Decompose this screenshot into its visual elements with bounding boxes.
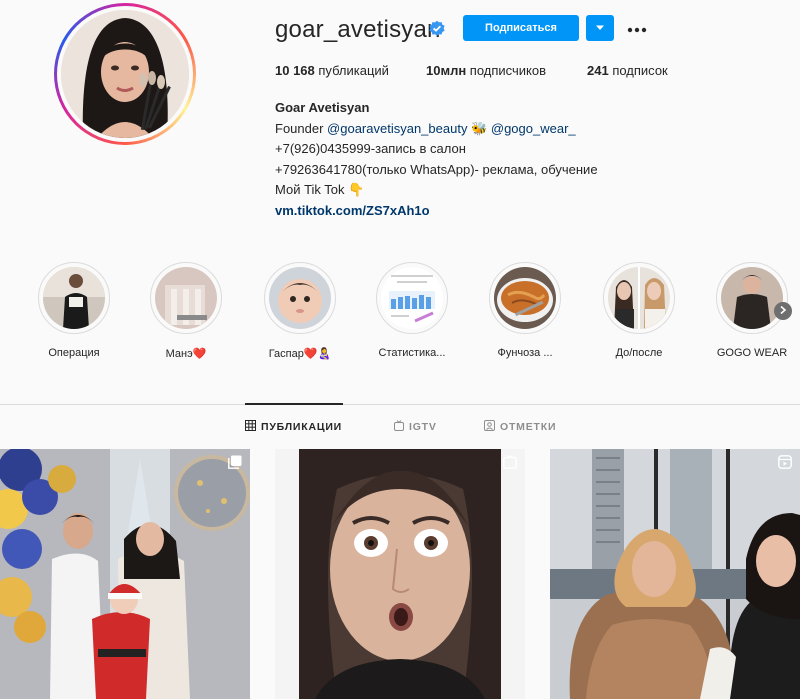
- bio-line-phone-whatsapp: +79263641780(только WhatsApp)- реклама, …: [275, 161, 598, 177]
- more-icon: [627, 17, 647, 38]
- highlight-label: До/после: [615, 347, 663, 359]
- tab-tagged-label: ОТМЕТКИ: [500, 421, 557, 433]
- bio-website-link[interactable]: vm.tiktok.com/ZS7xAh1o: [275, 201, 598, 222]
- mention-link-beauty[interactable]: @goaravetisyan_beauty: [327, 121, 467, 136]
- highlight-cover: [608, 267, 670, 329]
- highlights-next-button[interactable]: [774, 302, 792, 320]
- highlight-cover: [721, 267, 783, 329]
- more-options-button[interactable]: [624, 14, 650, 40]
- tab-posts[interactable]: ПУБЛИКАЦИИ: [245, 420, 342, 434]
- highlight-label: Манэ❤️: [165, 348, 207, 360]
- igtv-video-icon: [503, 455, 517, 469]
- followers-stat[interactable]: 10млн подписчиков: [426, 63, 587, 78]
- tab-tagged[interactable]: ОТМЕТКИ: [484, 420, 556, 434]
- profile-username: goar_avetisyan: [275, 16, 441, 43]
- suggested-dropdown-button[interactable]: [586, 15, 614, 41]
- bio-line-tiktok: Мой Tik Tok 👇: [275, 182, 365, 197]
- highlight-label: Статистика...: [378, 347, 446, 359]
- tab-igtv-label: IGTV: [409, 421, 437, 433]
- highlight-cover: [269, 267, 331, 329]
- following-stat[interactable]: 241 подписок: [587, 63, 668, 78]
- active-tab-indicator: [245, 403, 343, 405]
- mention-link-wear[interactable]: @gogo_wear_: [491, 121, 576, 136]
- bio-line-founder: Founder @goaravetisyan_beauty 🐝 @gogo_we…: [275, 119, 598, 140]
- profile-avatar[interactable]: [54, 3, 196, 145]
- highlight-label: Фунчоза ...: [497, 347, 553, 359]
- highlight-item[interactable]: Манэ❤️: [141, 262, 231, 360]
- bio-full-name: Goar Avetisyan: [275, 100, 370, 115]
- tagged-icon: [484, 420, 495, 434]
- post-thumbnail[interactable]: [550, 449, 800, 699]
- posts-label: публикаций: [314, 63, 389, 78]
- highlight-cover: [43, 267, 105, 329]
- following-label: подписок: [608, 63, 668, 78]
- bio-line-phone-salon: +7(926)0435999-запись в салон: [275, 141, 466, 156]
- highlight-item[interactable]: Операция: [29, 262, 119, 359]
- followers-count: 10млн: [426, 63, 467, 78]
- highlight-label: Гаспар❤️👩‍🍼: [268, 348, 332, 360]
- highlight-item[interactable]: Статистика...: [367, 262, 457, 359]
- igtv-icon: [394, 420, 404, 434]
- post-thumbnail[interactable]: [275, 449, 525, 699]
- verified-badge-icon: [428, 20, 446, 38]
- avatar-photo: [61, 10, 189, 138]
- highlight-item[interactable]: Фунчоза ...: [480, 262, 570, 359]
- tab-igtv[interactable]: IGTV: [394, 420, 437, 434]
- posts-stat: 10 168 публикаций: [275, 63, 426, 78]
- following-count: 241: [587, 63, 609, 78]
- reel-icon: [778, 455, 792, 469]
- chevron-right-icon: [779, 305, 787, 317]
- highlight-label: GOGO WEAR: [716, 347, 788, 359]
- profile-bio: Goar Avetisyan Founder @goaravetisyan_be…: [275, 98, 598, 221]
- post-image: [0, 449, 250, 699]
- highlight-cover: [155, 267, 217, 329]
- highlight-cover: [494, 267, 556, 329]
- profile-stats: 10 168 публикаций 10млн подписчиков 241 …: [275, 63, 668, 78]
- posts-count: 10 168: [275, 63, 315, 78]
- bee-emoji: 🐝: [467, 120, 491, 136]
- chevron-down-icon: [595, 19, 605, 37]
- post-thumbnail[interactable]: [0, 449, 250, 699]
- bio-founder-prefix: Founder: [275, 120, 328, 136]
- tabs-divider: [0, 404, 800, 405]
- post-image: [275, 449, 525, 699]
- highlight-label: Операция: [48, 347, 100, 359]
- highlight-item[interactable]: До/после: [594, 262, 684, 359]
- highlight-item[interactable]: Гаспар❤️👩‍🍼: [255, 262, 345, 360]
- followers-label: подписчиков: [466, 63, 547, 78]
- carousel-icon: [228, 455, 242, 469]
- post-image: [550, 449, 800, 699]
- highlight-cover: [381, 267, 443, 329]
- grid-icon: [245, 420, 256, 434]
- tab-posts-label: ПУБЛИКАЦИИ: [261, 421, 343, 433]
- follow-button[interactable]: Подписаться: [463, 15, 579, 41]
